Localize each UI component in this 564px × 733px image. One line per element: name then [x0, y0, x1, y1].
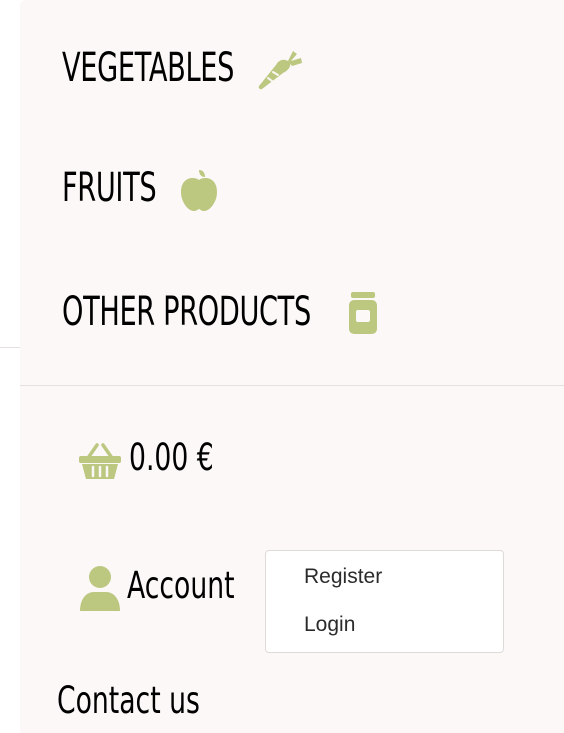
- contact-label: Contact us: [57, 679, 200, 722]
- cart-total: 0.00 €: [129, 436, 214, 479]
- jar-icon: [349, 292, 377, 334]
- user-icon: [80, 566, 120, 611]
- nav-item-label: VEGETABLES: [62, 45, 235, 91]
- login-link[interactable]: Login: [304, 613, 355, 637]
- carrot-icon: [258, 51, 302, 90]
- cart-link[interactable]: 0.00 €: [79, 436, 249, 486]
- contact-link[interactable]: Contact us: [57, 679, 257, 727]
- account-label: Account: [127, 564, 235, 607]
- register-link[interactable]: Register: [304, 565, 382, 589]
- account-dropdown: Register Login: [265, 550, 504, 653]
- apple-icon: [181, 170, 217, 211]
- account-link[interactable]: Account: [79, 562, 249, 614]
- section-divider-left: [0, 347, 20, 348]
- menu-divider: [20, 385, 564, 386]
- nav-item-label: FRUITS: [62, 165, 157, 211]
- side-menu-panel: VEGETABLES FRUITS OTHER PRODUCTS 0.00 €: [20, 0, 564, 733]
- basket-icon: [79, 443, 121, 479]
- nav-item-label: OTHER PRODUCTS: [62, 289, 311, 335]
